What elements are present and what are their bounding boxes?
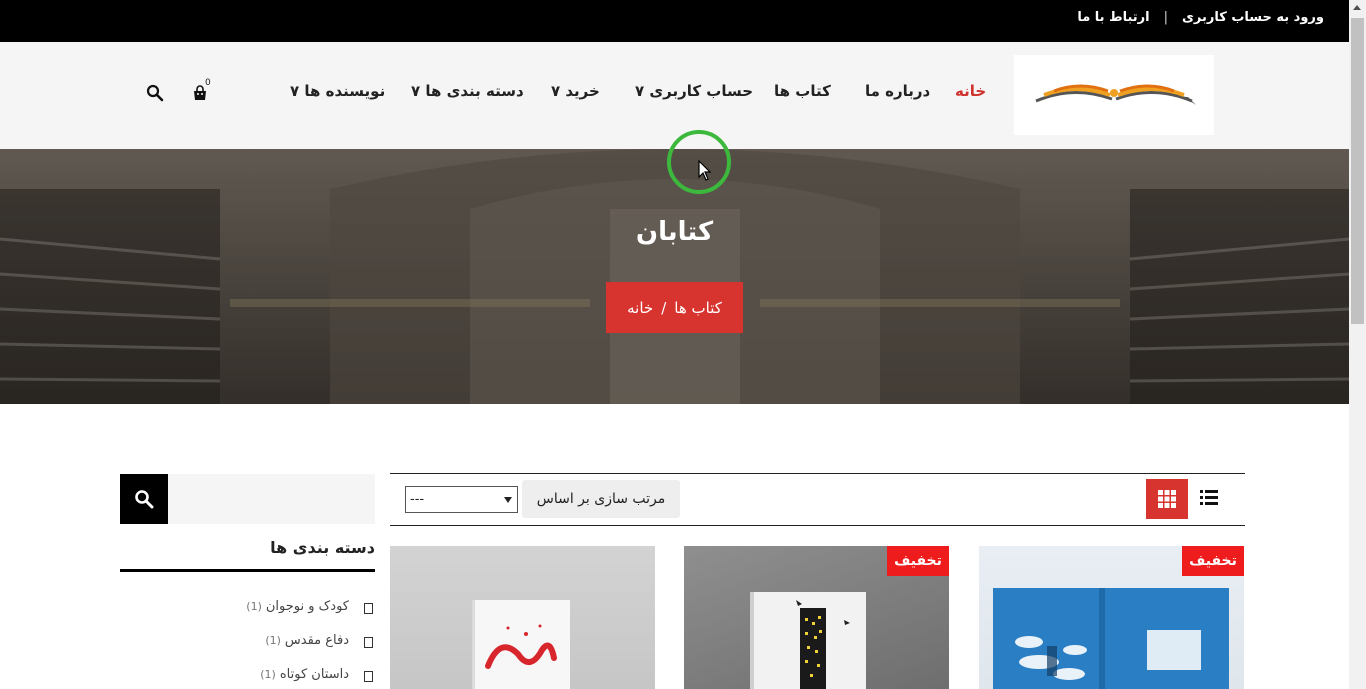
sort-selected-value: --- <box>410 492 425 507</box>
breadcrumb-home[interactable]: خانه <box>627 299 653 317</box>
cart-count: 0 <box>205 78 211 88</box>
top-separator: | <box>1163 9 1168 25</box>
category-label: کودک و نوجوان(1) <box>246 599 349 614</box>
sort-select[interactable]: --- <box>405 486 518 513</box>
nav-about[interactable]: درباره ما <box>865 82 930 100</box>
toolbar-bottom-border <box>390 525 1245 526</box>
top-links: ورود به حساب کاربری | ارتباط با ما <box>1077 0 1324 34</box>
scrollbar-thumb[interactable] <box>1351 18 1364 324</box>
grid-icon <box>1158 490 1176 508</box>
contact-link[interactable]: ارتباط با ما <box>1077 10 1149 25</box>
list-icon <box>1200 490 1218 505</box>
category-count: (1) <box>260 668 276 681</box>
sidebar-search-button[interactable] <box>120 474 168 524</box>
nav-purchase[interactable]: خرید ۷ <box>551 82 600 100</box>
main-nav: خانه درباره ما کتاب ها حساب کاربری ۷ خری… <box>280 82 1000 106</box>
scroll-up-arrow-icon[interactable] <box>1353 5 1361 10</box>
login-link[interactable]: ورود به حساب کاربری <box>1182 10 1324 25</box>
category-checkbox[interactable] <box>364 603 373 614</box>
category-name: کودک و نوجوان <box>265 599 349 614</box>
nav-home[interactable]: خانه <box>955 82 986 100</box>
nav-authors[interactable]: نویسنده ها ۷ <box>290 82 385 100</box>
mouse-cursor-icon <box>698 160 712 181</box>
product-card[interactable]: تخفیف <box>684 546 949 689</box>
site-header: خانه درباره ما کتاب ها حساب کاربری ۷ خری… <box>0 42 1349 149</box>
categories-title: دسته بندی ها <box>270 538 375 557</box>
discount-badge: تخفیف <box>1182 546 1244 576</box>
sidebar-search[interactable] <box>120 474 375 524</box>
categories-divider <box>120 569 375 572</box>
category-name: دفاع مقدس <box>284 633 349 648</box>
category-item[interactable]: داستان کوتاه(1) <box>120 667 375 687</box>
header-search-button[interactable] <box>146 84 164 102</box>
category-label: داستان کوتاه(1) <box>260 667 349 682</box>
toolbar-top-border <box>390 473 1245 474</box>
category-count: (1) <box>246 600 262 613</box>
breadcrumb-current: کتاب ها <box>674 298 722 317</box>
discount-badge: تخفیف <box>887 546 949 576</box>
nav-account[interactable]: حساب کاربری ۷ <box>635 82 753 100</box>
page-scrollbar[interactable] <box>1349 0 1366 689</box>
nav-books[interactable]: کتاب ها <box>774 82 831 100</box>
hero-banner: کتابان کتاب ها / خانه <box>0 149 1349 404</box>
category-item[interactable]: دفاع مقدس(1) <box>120 633 375 653</box>
cart-button[interactable]: 0 <box>190 78 216 106</box>
category-label: دفاع مقدس(1) <box>265 633 349 648</box>
page-title: کتابان <box>635 217 714 247</box>
book-logo-icon <box>1035 84 1196 105</box>
product-card[interactable] <box>390 546 655 689</box>
category-checkbox[interactable] <box>364 671 373 682</box>
search-icon <box>146 84 164 102</box>
book-cover-image <box>472 600 570 689</box>
category-checkbox[interactable] <box>364 637 373 648</box>
breadcrumb-separator: / <box>661 298 667 317</box>
list-view-button[interactable] <box>1198 487 1220 507</box>
top-bar: ورود به حساب کاربری | ارتباط با ما <box>0 0 1349 42</box>
nav-categories[interactable]: دسته بندی ها ۷ <box>411 82 524 100</box>
library-background <box>0 149 1349 404</box>
grid-view-button[interactable] <box>1146 479 1188 519</box>
category-item[interactable]: کودک و نوجوان(1) <box>120 599 375 619</box>
site-logo[interactable] <box>1014 55 1214 135</box>
sort-label: مرتب سازی بر اساس <box>522 480 680 518</box>
product-card[interactable]: تخفیف <box>979 546 1244 689</box>
category-name: داستان کوتاه <box>279 667 349 682</box>
chevron-down-icon <box>504 497 512 503</box>
breadcrumb: کتاب ها / خانه <box>606 282 743 333</box>
search-icon <box>135 490 154 509</box>
category-count: (1) <box>265 634 281 647</box>
